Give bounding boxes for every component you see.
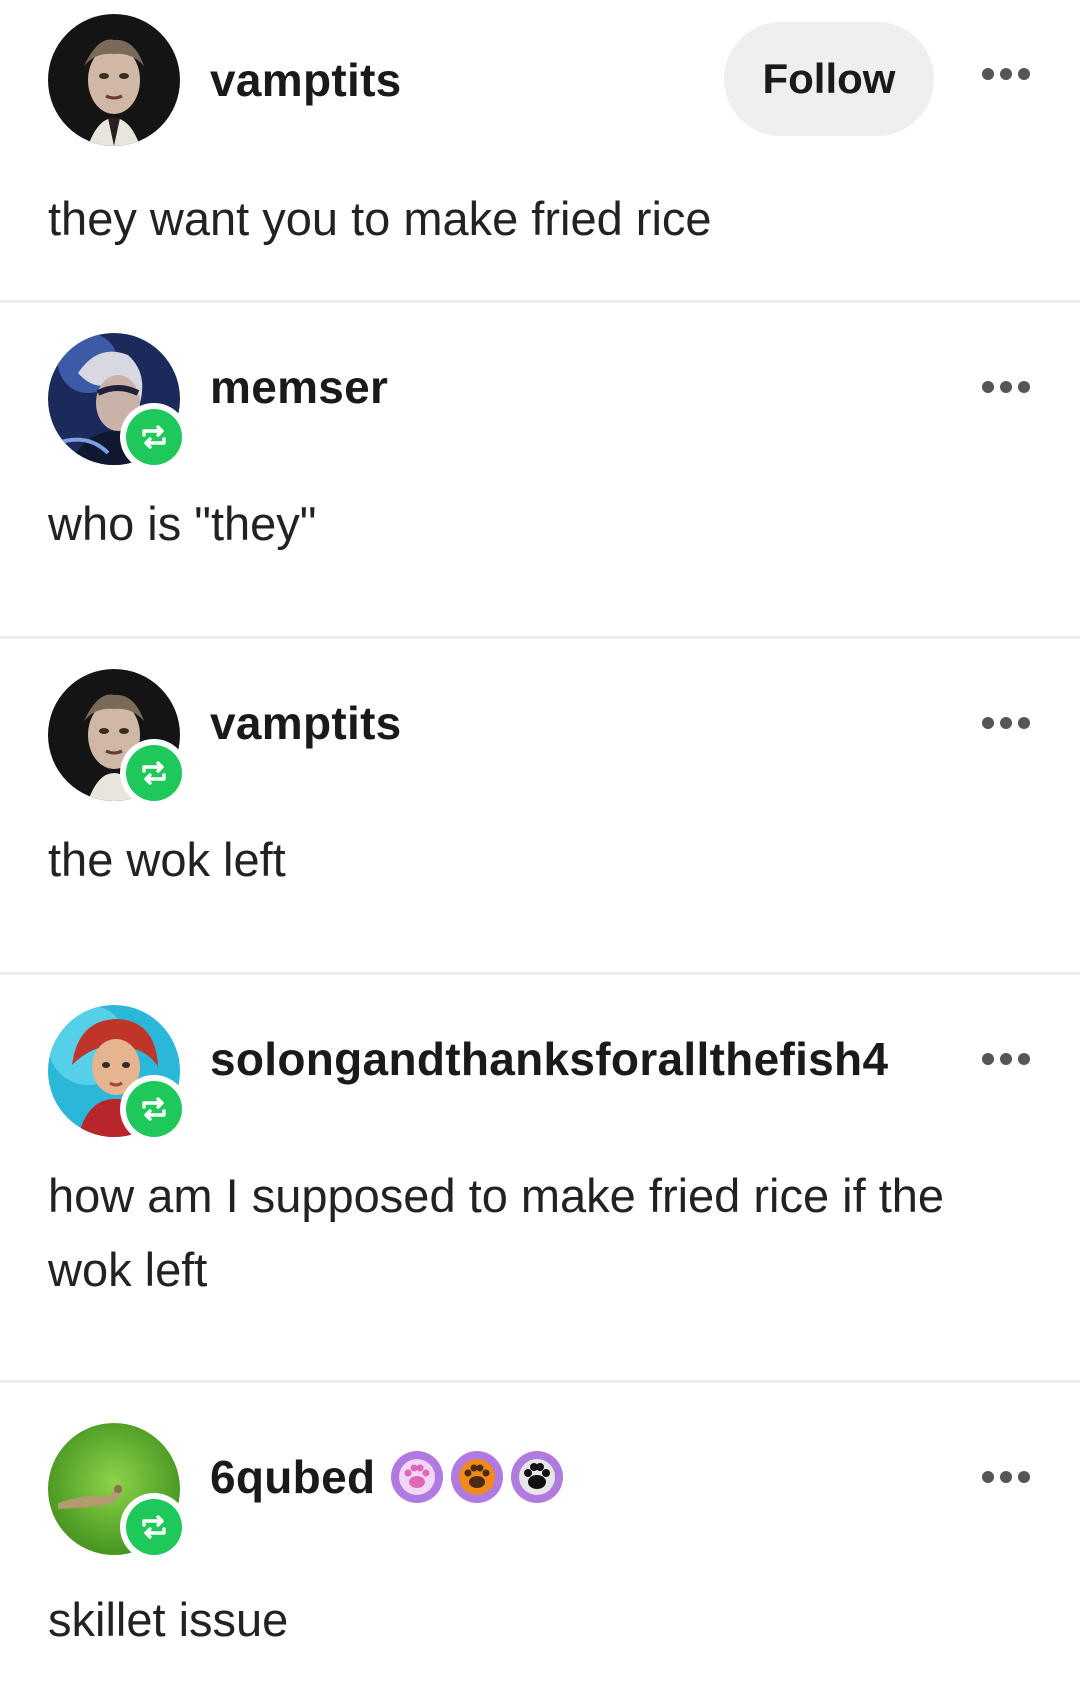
reblog-icon bbox=[142, 761, 166, 785]
post-header: memser bbox=[0, 303, 1080, 471]
username-text: vamptits bbox=[210, 697, 402, 749]
thread-post: vamptits the wok left bbox=[0, 639, 1080, 975]
reblog-badge bbox=[120, 1493, 188, 1561]
user-badges bbox=[391, 1451, 564, 1503]
paw-badge-pink-icon[interactable] bbox=[391, 1451, 444, 1503]
reblog-thread: vamptits Follow they want you to make fr… bbox=[0, 0, 1080, 1702]
username[interactable]: 6qubed bbox=[210, 1447, 564, 1507]
post-text: the wok left bbox=[48, 833, 286, 886]
paw-badge-black-icon[interactable] bbox=[511, 1451, 564, 1503]
username-text: memser bbox=[210, 361, 389, 413]
username[interactable]: vamptits bbox=[210, 693, 402, 753]
username[interactable]: vamptits bbox=[210, 50, 402, 110]
post-header: 6qubed bbox=[0, 1383, 1080, 1561]
reblog-icon bbox=[142, 1515, 166, 1539]
post-text: who is "they" bbox=[48, 497, 317, 550]
post-text: how am I supposed to make fried rice if … bbox=[48, 1169, 945, 1296]
thread-post: vamptits Follow they want you to make fr… bbox=[0, 0, 1080, 303]
post-header: vamptits bbox=[0, 639, 1080, 807]
avatar[interactable] bbox=[48, 1423, 188, 1561]
more-options-icon[interactable] bbox=[978, 1039, 1034, 1079]
post-text: skillet issue bbox=[48, 1593, 289, 1646]
reblog-badge bbox=[120, 739, 188, 807]
username[interactable]: solongandthanksforallthefish4 bbox=[210, 1029, 888, 1089]
more-options-icon[interactable] bbox=[978, 54, 1034, 94]
avatar-image bbox=[48, 14, 180, 146]
thread-post: solongandthanksforallthefish4 how am I s… bbox=[0, 975, 1080, 1383]
reblog-icon bbox=[142, 425, 166, 449]
username-text: vamptits bbox=[210, 54, 402, 106]
thread-post: 6qubed skillet issue bbox=[0, 1383, 1080, 1702]
thread-post: memser who is "they" bbox=[0, 303, 1080, 639]
follow-button[interactable]: Follow bbox=[724, 22, 934, 136]
reblog-badge bbox=[120, 1075, 188, 1143]
more-options-icon[interactable] bbox=[978, 367, 1034, 407]
post-text: they want you to make fried rice bbox=[48, 192, 712, 245]
reblog-icon bbox=[142, 1097, 166, 1121]
avatar[interactable] bbox=[48, 333, 188, 471]
avatar[interactable] bbox=[48, 1005, 188, 1143]
post-header: vamptits Follow bbox=[0, 0, 1080, 160]
username[interactable]: memser bbox=[210, 357, 388, 417]
post-header: solongandthanksforallthefish4 bbox=[0, 975, 1080, 1143]
reblog-badge bbox=[120, 403, 188, 471]
avatar[interactable] bbox=[48, 14, 180, 146]
avatar[interactable] bbox=[48, 669, 188, 807]
paw-badge-orange-icon[interactable] bbox=[451, 1451, 504, 1503]
username-text: solongandthanksforallthefish4 bbox=[210, 1033, 889, 1085]
more-options-icon[interactable] bbox=[978, 703, 1034, 743]
more-options-icon[interactable] bbox=[978, 1457, 1034, 1497]
username-text: 6qubed bbox=[210, 1451, 376, 1503]
